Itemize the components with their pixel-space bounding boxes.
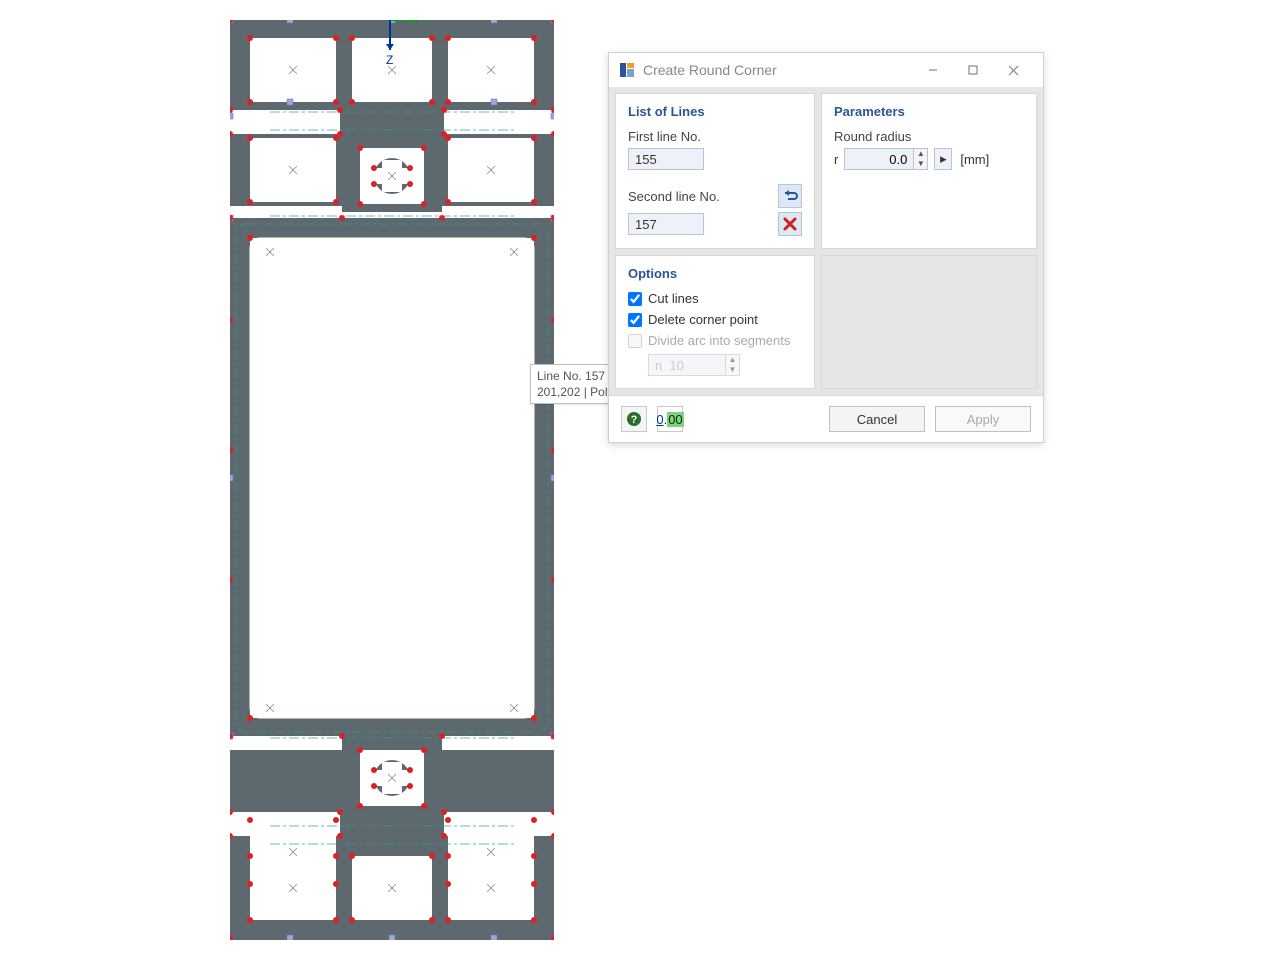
segments-spin-down: ▼	[726, 365, 739, 375]
dialog-footer: ? 0.00 Cancel Apply	[609, 395, 1043, 442]
help-button[interactable]: ?	[621, 406, 647, 432]
dialog-titlebar[interactable]: Create Round Corner	[609, 53, 1043, 87]
axis-z-label: Z	[386, 53, 393, 67]
app-icon	[619, 62, 635, 78]
list-of-lines-heading: List of Lines	[628, 104, 802, 119]
options-panel: Options Cut lines Delete corner point Di…	[615, 255, 815, 389]
axis-y-label: Y	[424, 20, 432, 27]
cut-lines-checkbox[interactable]	[628, 292, 642, 306]
list-of-lines-panel: List of Lines First line No. Second line…	[615, 93, 815, 249]
delete-corner-label: Delete corner point	[648, 312, 758, 327]
cut-lines-label: Cut lines	[648, 291, 699, 306]
radius-spin-down[interactable]: ▼	[914, 159, 927, 169]
options-heading: Options	[628, 266, 802, 281]
minimize-button[interactable]	[913, 57, 953, 83]
maximize-button[interactable]	[953, 57, 993, 83]
radius-unit: [mm]	[960, 152, 989, 167]
swap-lines-button[interactable]	[778, 184, 802, 208]
segments-spin-up: ▲	[726, 355, 739, 365]
radius-input[interactable]	[845, 149, 913, 169]
segments-input	[649, 355, 725, 375]
apply-button[interactable]: Apply	[935, 406, 1031, 432]
radius-more-button[interactable]: ▸	[934, 148, 952, 170]
blank-panel	[821, 255, 1037, 389]
radius-symbol: r	[834, 152, 838, 167]
delete-corner-checkbox[interactable]	[628, 313, 642, 327]
delete-corner-checkbox-row[interactable]: Delete corner point	[628, 312, 802, 327]
parameters-heading: Parameters	[834, 104, 1024, 119]
divide-arc-label: Divide arc into segments	[648, 333, 790, 348]
second-line-label: Second line No.	[628, 189, 720, 204]
radius-spinner[interactable]: ▲ ▼	[844, 148, 928, 170]
second-line-input[interactable]	[628, 213, 704, 235]
precision-button[interactable]: 0.00	[657, 406, 683, 432]
cad-drawing-canvas[interactable]: .prof { fill:#5e686f; } .dash { fill:non…	[230, 20, 554, 940]
divide-arc-checkbox	[628, 334, 642, 348]
create-round-corner-dialog: Create Round Corner List of Lines First …	[608, 52, 1044, 443]
close-button[interactable]	[993, 57, 1033, 83]
clear-line-button[interactable]	[778, 212, 802, 236]
first-line-input[interactable]	[628, 148, 704, 170]
svg-text:?: ?	[631, 414, 638, 426]
cut-lines-checkbox-row[interactable]: Cut lines	[628, 291, 802, 306]
round-radius-label: Round radius	[834, 129, 1024, 144]
dialog-title: Create Round Corner	[643, 62, 913, 78]
cancel-button[interactable]: Cancel	[829, 406, 925, 432]
divide-arc-checkbox-row: Divide arc into segments	[628, 333, 802, 348]
parameters-panel: Parameters Round radius r ▲ ▼ ▸ [mm]	[821, 93, 1037, 249]
radius-spin-up[interactable]: ▲	[914, 149, 927, 159]
segments-spinner: ▲ ▼	[648, 354, 740, 376]
first-line-label: First line No.	[628, 129, 802, 144]
